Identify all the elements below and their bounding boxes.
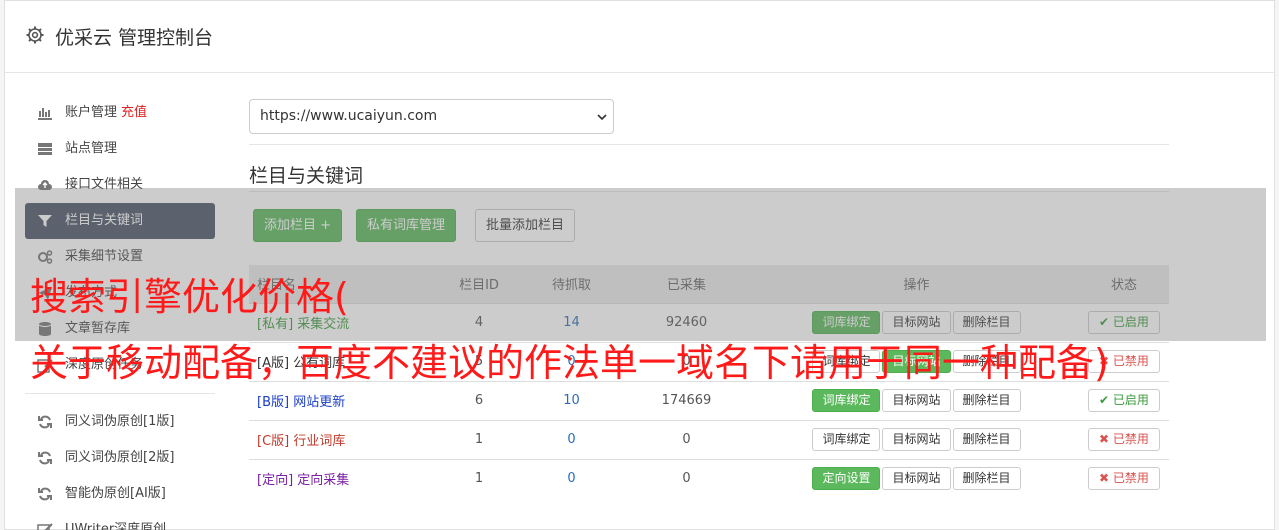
sidebar-item-synonym-v2[interactable]: 同义词伪原创[2版] xyxy=(25,440,215,476)
table-row: [定向] 定向采集 1 0 0 定向设置 目标网站 删除栏目 ✖ 已禁用 xyxy=(249,458,1169,498)
sidebar-item-label: 账户管理 xyxy=(65,105,118,120)
status-text: 已禁用 xyxy=(1112,471,1149,486)
target-site-button[interactable]: 目标网站 xyxy=(882,467,951,491)
refresh-icon xyxy=(38,415,52,429)
sidebar-item-label: 同义词伪原创[1版] xyxy=(65,414,175,429)
row-status: ✖ 已禁用 xyxy=(1079,419,1169,459)
pending-count[interactable]: 0 xyxy=(524,419,619,459)
gear-icon xyxy=(26,26,44,44)
bar-chart-icon xyxy=(38,108,52,120)
status-badge[interactable]: ✖ 已禁用 xyxy=(1088,428,1160,451)
status-text: 已启用 xyxy=(1112,393,1149,407)
sidebar-item-label: 智能伪原创[AI版] xyxy=(65,486,166,501)
bind-lib-button[interactable]: 词库绑定 xyxy=(812,389,881,412)
divider xyxy=(249,144,1169,145)
sidebar-item-sites[interactable]: 站点管理 xyxy=(25,131,215,167)
row-status: ✖ 已禁用 xyxy=(1079,458,1169,498)
refresh-icon xyxy=(38,451,52,465)
collected-count: 0 xyxy=(619,419,754,459)
bind-lib-button[interactable]: 词库绑定 xyxy=(812,428,881,451)
directed-settings-button[interactable]: 定向设置 xyxy=(812,467,881,491)
column-name-link[interactable]: [定向] 定向采集 xyxy=(249,458,434,498)
recharge-link[interactable]: 充值 xyxy=(121,105,147,120)
sidebar-divider xyxy=(25,393,215,394)
column-id: 1 xyxy=(434,419,524,459)
column-name-link[interactable]: [C版] 行业词库 xyxy=(249,419,434,459)
table-row: [C版] 行业词库 1 0 0 词库绑定 目标网站 删除栏目 ✖ 已禁用 xyxy=(249,419,1169,459)
overlay-headline: 搜索引擎优化价格( xyxy=(30,275,349,319)
header: 优采云 管理控制台 xyxy=(5,1,1274,73)
section-title: 栏目与关键词 xyxy=(249,165,364,187)
target-site-button[interactable]: 目标网站 xyxy=(882,428,951,451)
status-badge[interactable]: ✖ 已禁用 xyxy=(1088,467,1160,491)
sidebar-item-label: 站点管理 xyxy=(65,141,118,156)
sidebar-item-account[interactable]: 账户管理 充值 xyxy=(25,95,215,131)
column-id: 1 xyxy=(434,458,524,498)
target-site-button[interactable]: 目标网站 xyxy=(882,389,951,412)
status-text: 已禁用 xyxy=(1112,354,1149,368)
chevron-down-icon xyxy=(597,114,607,121)
status-badge[interactable]: ✔ 已启用 xyxy=(1088,389,1160,412)
page-title: 优采云 管理控制台 xyxy=(55,27,214,49)
sidebar-item-synonym-v1[interactable]: 同义词伪原创[1版] xyxy=(25,404,215,440)
collected-count: 0 xyxy=(619,458,754,498)
refresh-icon xyxy=(38,487,52,501)
sidebar-item-uwriter[interactable]: UWriter深度原创 xyxy=(25,512,215,530)
delete-column-button[interactable]: 删除栏目 xyxy=(952,389,1021,412)
overlay-subline: 关于移动配备，百度不建议的作法单一域名下请用于同一种配备) xyxy=(30,341,1109,385)
site-select[interactable]: https://www.ucaiyun.com xyxy=(249,99,614,134)
sidebar-item-ai-rewrite[interactable]: 智能伪原创[AI版] xyxy=(25,476,215,512)
status-text: 已禁用 xyxy=(1112,432,1149,446)
site-select-value: https://www.ucaiyun.com xyxy=(260,108,438,124)
row-actions: 词库绑定 目标网站 删除栏目 xyxy=(754,419,1079,459)
sidebar-item-label: 同义词伪原创[2版] xyxy=(65,450,175,465)
pending-count[interactable]: 0 xyxy=(524,458,619,498)
delete-column-button[interactable]: 删除栏目 xyxy=(952,428,1021,451)
server-icon xyxy=(38,143,52,155)
sidebar-item-label: UWriter深度原创 xyxy=(65,522,167,530)
pencil-icon xyxy=(37,523,53,530)
delete-column-button[interactable]: 删除栏目 xyxy=(952,467,1021,491)
row-actions: 定向设置 目标网站 删除栏目 xyxy=(754,458,1079,498)
